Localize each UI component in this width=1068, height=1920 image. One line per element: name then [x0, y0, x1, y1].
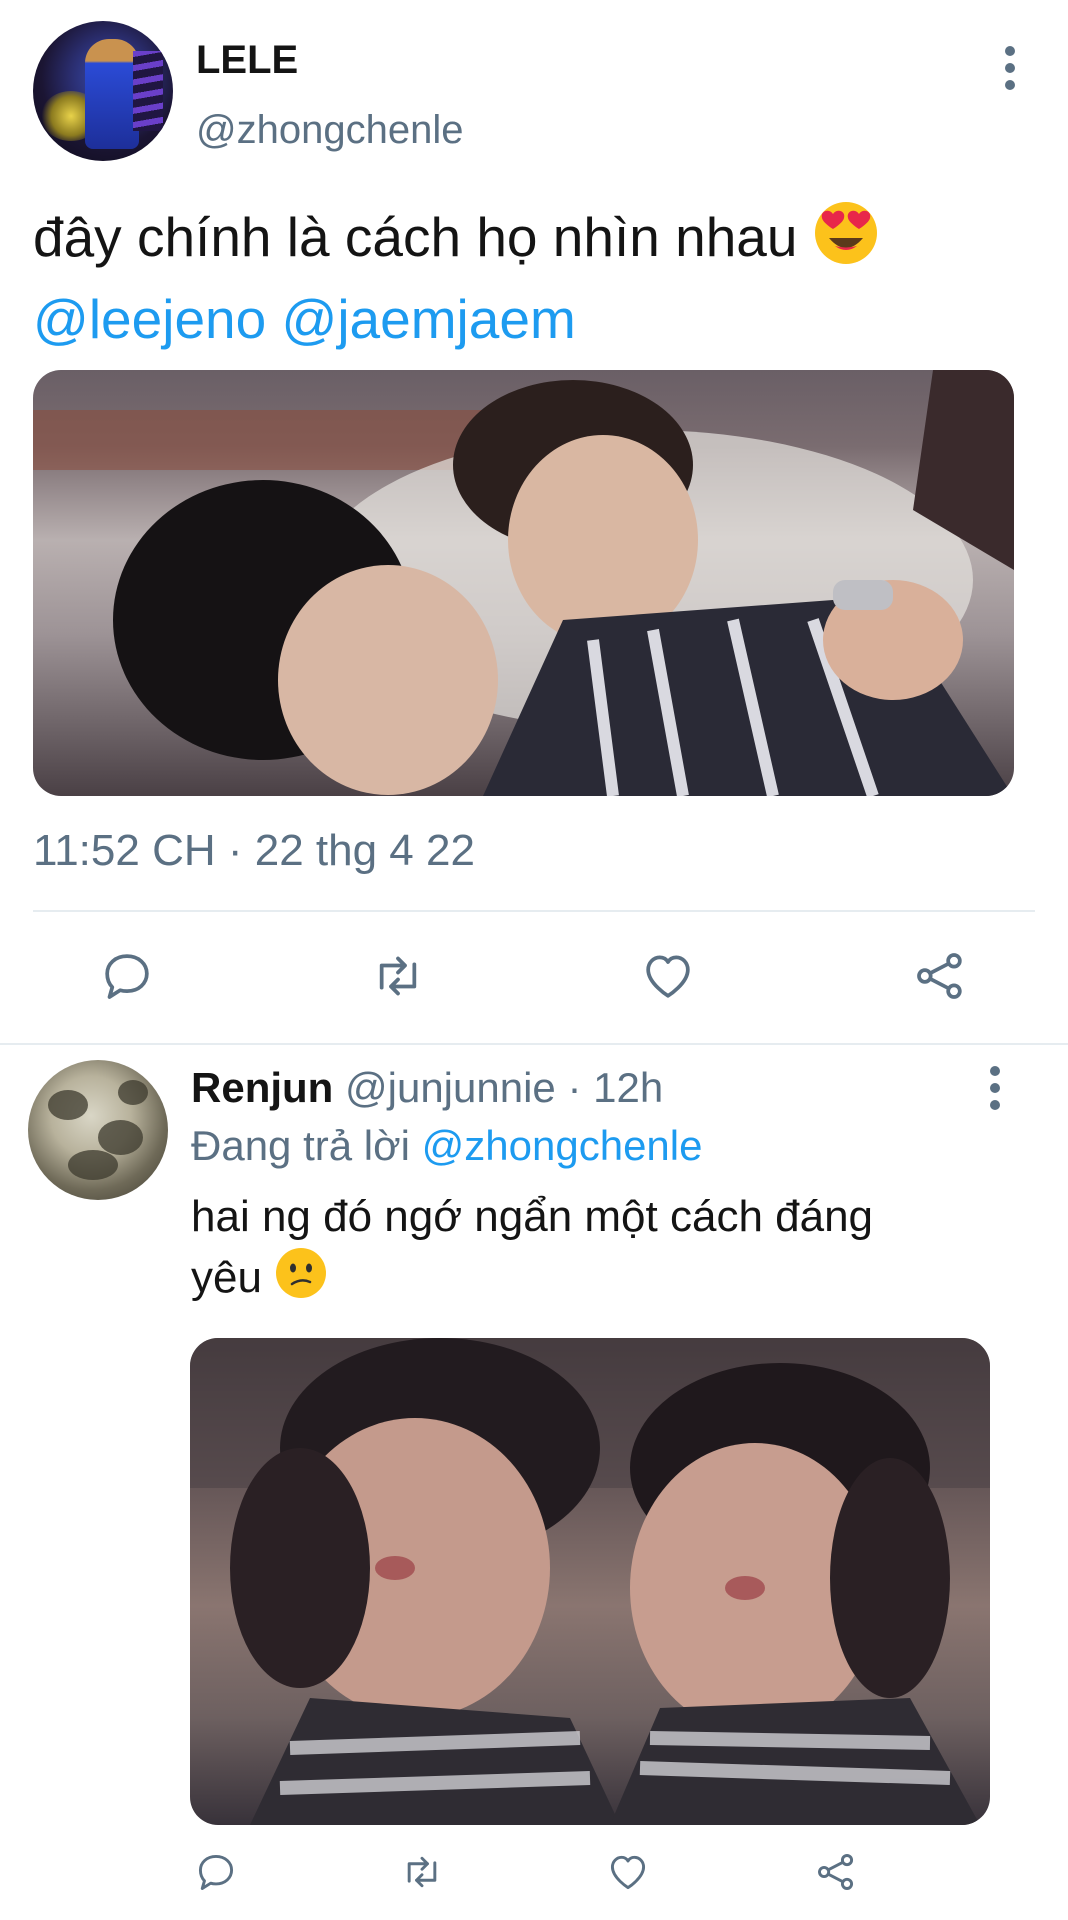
- like-icon[interactable]: [640, 948, 696, 1004]
- divider: [33, 910, 1035, 912]
- tweet-photo[interactable]: [33, 370, 1014, 796]
- reply-display-name[interactable]: Renjun: [191, 1064, 333, 1111]
- retweet-icon[interactable]: [370, 948, 426, 1004]
- tweet-timestamp[interactable]: 11:52 CH · 22 thg 4 22: [33, 826, 475, 876]
- avatar[interactable]: [33, 21, 173, 161]
- reply-header: Renjun @junjunnie · 12h: [191, 1062, 663, 1114]
- reply-photo[interactable]: [190, 1338, 990, 1825]
- replying-label: Đang trả lời: [191, 1122, 410, 1169]
- reply-text-line1: hai ng đó ngớ ngẩn một cách đáng: [191, 1192, 874, 1241]
- replying-to: Đang trả lời @zhongchenle: [191, 1120, 702, 1172]
- more-options-icon[interactable]: [998, 46, 1022, 90]
- retweet-icon[interactable]: [400, 1850, 444, 1894]
- reply-text: hai ng đó ngớ ngẩn một cách đáng yêu: [191, 1188, 981, 1315]
- user-handle[interactable]: @zhongchenle: [196, 108, 463, 153]
- reply-icon[interactable]: [99, 948, 155, 1004]
- share-icon[interactable]: [814, 1850, 858, 1894]
- reply-avatar[interactable]: [28, 1060, 168, 1200]
- reply-icon[interactable]: [194, 1850, 238, 1894]
- heart-eyes-emoji-icon: [813, 200, 879, 283]
- mention-jaemjaem[interactable]: @jaemjaem: [282, 288, 576, 350]
- main-tweet: LELE @zhongchenle đây chính là cách họ n…: [0, 0, 1068, 1043]
- reply-user-handle[interactable]: @junjunnie: [345, 1064, 556, 1111]
- tweet-separator: [0, 1043, 1068, 1045]
- tweet-body: đây chính là cách họ nhìn nhau: [33, 206, 798, 269]
- share-icon[interactable]: [912, 948, 968, 1004]
- reply-more-options-icon[interactable]: [983, 1066, 1007, 1110]
- confused-face-emoji-icon: [274, 1246, 328, 1315]
- reply-time: · 12h: [567, 1064, 664, 1111]
- reply-text-line2: yêu: [191, 1253, 262, 1303]
- tweet-text: đây chính là cách họ nhìn nhau @leejeno …: [33, 200, 1043, 355]
- like-icon[interactable]: [606, 1850, 650, 1894]
- mention-leejeno[interactable]: @leejeno: [33, 288, 266, 350]
- display-name[interactable]: LELE: [196, 38, 298, 83]
- replying-to-mention[interactable]: @zhongchenle: [422, 1122, 703, 1169]
